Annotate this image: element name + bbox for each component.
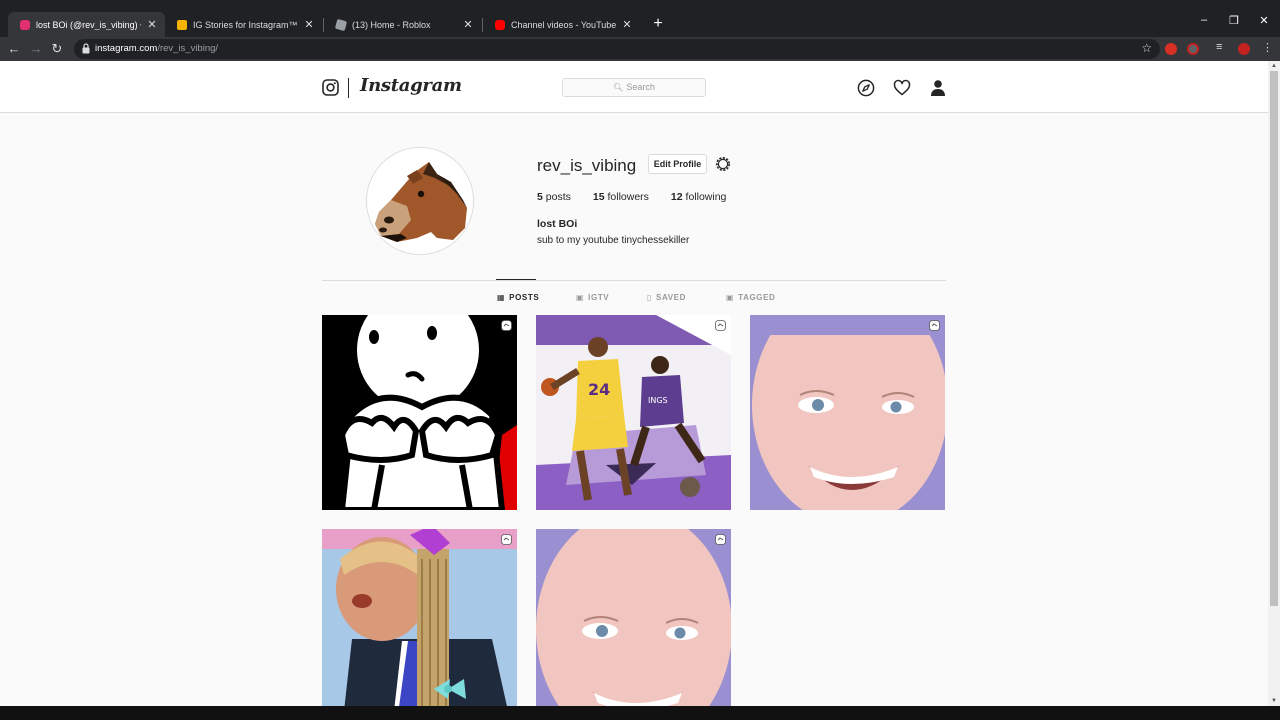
following-count[interactable]: 12 following	[671, 191, 726, 203]
tab-igtv[interactable]: ▣ IGTV	[576, 293, 609, 302]
post-image-smiling-face	[750, 315, 945, 510]
ig-stories-favicon-icon	[177, 19, 187, 30]
multi-post-icon	[715, 534, 726, 545]
svg-text:INGS: INGS	[648, 396, 668, 405]
post-tile[interactable]	[536, 529, 731, 706]
post-image-cartoon	[322, 315, 517, 510]
minimize-icon[interactable]: –	[1194, 14, 1214, 26]
bookmark-star-icon[interactable]: ☆	[1141, 41, 1152, 55]
browser-toolbar: ← → ↻ instagram.com/rev_is_vibing/ ☆ ≡ ⋮	[0, 37, 1280, 61]
bookmark-icon: ▯	[647, 293, 653, 302]
extension-download-icon[interactable]	[1187, 43, 1199, 55]
search-placeholder: Search	[626, 82, 655, 92]
edit-profile-button[interactable]: Edit Profile	[648, 154, 707, 174]
extension-red-icon[interactable]	[1165, 43, 1177, 55]
url-text: instagram.com/rev_is_vibing/	[95, 43, 219, 54]
post-tile[interactable]	[322, 315, 517, 510]
browser-tab-ig-stories[interactable]: IG Stories for Instagram™ - Chrome ✕	[165, 12, 322, 37]
page-scrollbar[interactable]: ▲ ▼	[1268, 61, 1280, 706]
scroll-up-icon[interactable]: ▲	[1271, 63, 1277, 69]
profile-tabs-divider	[322, 280, 946, 281]
tab-title: (13) Home - Roblox	[352, 19, 431, 30]
tab-strip: lost BOi (@rev_is_vibing) • Instagram ✕ …	[0, 0, 1280, 37]
back-icon[interactable]: ←	[5, 40, 23, 58]
multi-post-icon	[501, 320, 512, 331]
browser-tab-instagram[interactable]: lost BOi (@rev_is_vibing) • Instagram ✕	[8, 12, 165, 37]
profile-username: rev_is_vibing	[537, 156, 637, 175]
media-queue-icon[interactable]: ≡	[1216, 41, 1222, 53]
youtube-favicon-icon	[495, 19, 505, 30]
horse-head-avatar-image	[367, 148, 473, 254]
tab-title: lost BOi (@rev_is_vibing) • Instagram	[36, 19, 141, 30]
post-image-basketball: 24 INGS	[536, 315, 731, 510]
profile-stats: 5 posts 15 followers 12 following	[537, 191, 748, 203]
post-tile[interactable]	[322, 529, 517, 706]
new-tab-button[interactable]: +	[650, 14, 666, 34]
profile-person-icon[interactable]	[929, 79, 947, 97]
profile-full-name: lost BOi	[537, 218, 578, 230]
explore-compass-icon[interactable]	[857, 79, 875, 97]
instagram-header: Instagram 🔍︎ Search	[0, 61, 1268, 113]
tab-close-icon[interactable]: ✕	[463, 18, 473, 31]
followers-count[interactable]: 15 followers	[593, 191, 649, 203]
multi-post-icon	[929, 320, 940, 331]
active-tab-indicator	[496, 279, 536, 280]
tab-title: Channel videos - YouTube Studio	[511, 19, 616, 30]
chrome-menu-icon[interactable]: ⋮	[1262, 41, 1273, 54]
address-bar[interactable]: instagram.com/rev_is_vibing/ ☆	[74, 39, 1160, 59]
svg-text:24: 24	[588, 380, 610, 399]
activity-heart-icon[interactable]	[893, 79, 911, 97]
post-image-man-with-braids	[322, 529, 517, 706]
tab-close-icon[interactable]: ✕	[304, 18, 314, 31]
restore-icon[interactable]: ❐	[1224, 14, 1244, 27]
tab-posts[interactable]: ▦ POSTS	[497, 293, 539, 302]
browser-window: lost BOi (@rev_is_vibing) • Instagram ✕ …	[0, 0, 1280, 720]
webpage-viewport: Instagram 🔍︎ Search rev_is_vibing Edit P…	[0, 61, 1268, 706]
post-tile[interactable]	[750, 315, 945, 510]
instagram-wordmark[interactable]: Instagram	[360, 75, 462, 96]
search-icon: 🔍︎	[613, 83, 624, 92]
profile-bio: sub to my youtube tinychessekiller	[537, 235, 690, 246]
igtv-icon: ▣	[576, 293, 585, 302]
post-image-smiling-face	[536, 529, 731, 706]
tab-tagged[interactable]: ▣ TAGGED	[726, 293, 775, 302]
scroll-down-icon[interactable]: ▼	[1271, 698, 1277, 704]
lock-icon	[82, 43, 90, 54]
tab-close-icon[interactable]: ✕	[147, 18, 157, 31]
forward-icon[interactable]: →	[27, 40, 45, 58]
reload-icon[interactable]: ↻	[48, 40, 66, 58]
instagram-camera-icon[interactable]	[322, 79, 339, 96]
window-close-icon[interactable]: ✕	[1254, 14, 1274, 27]
posts-count[interactable]: 5 posts	[537, 191, 571, 203]
instagram-favicon-icon	[20, 19, 30, 30]
post-tile[interactable]: 24 INGS	[536, 315, 731, 510]
multi-post-icon	[501, 534, 512, 545]
profile-avatar[interactable]	[366, 147, 474, 255]
settings-gear-icon[interactable]	[714, 155, 732, 173]
grid-icon: ▦	[497, 293, 506, 302]
multi-post-icon	[715, 320, 726, 331]
scroll-thumb[interactable]	[1270, 71, 1278, 606]
browser-tab-youtube-studio[interactable]: Channel videos - YouTube Studio ✕	[483, 12, 640, 37]
tab-close-icon[interactable]: ✕	[622, 18, 632, 31]
taskbar-strip	[0, 706, 1280, 720]
header-divider	[348, 78, 349, 98]
roblox-favicon-icon	[334, 18, 348, 31]
browser-tab-roblox[interactable]: (13) Home - Roblox ✕	[324, 12, 481, 37]
tab-saved[interactable]: ▯ SAVED	[647, 293, 686, 302]
tagged-icon: ▣	[726, 293, 735, 302]
extension-settings-icon[interactable]	[1238, 43, 1250, 55]
search-input[interactable]: 🔍︎ Search	[562, 78, 706, 97]
tab-title: IG Stories for Instagram™ - Chrome	[193, 19, 298, 30]
